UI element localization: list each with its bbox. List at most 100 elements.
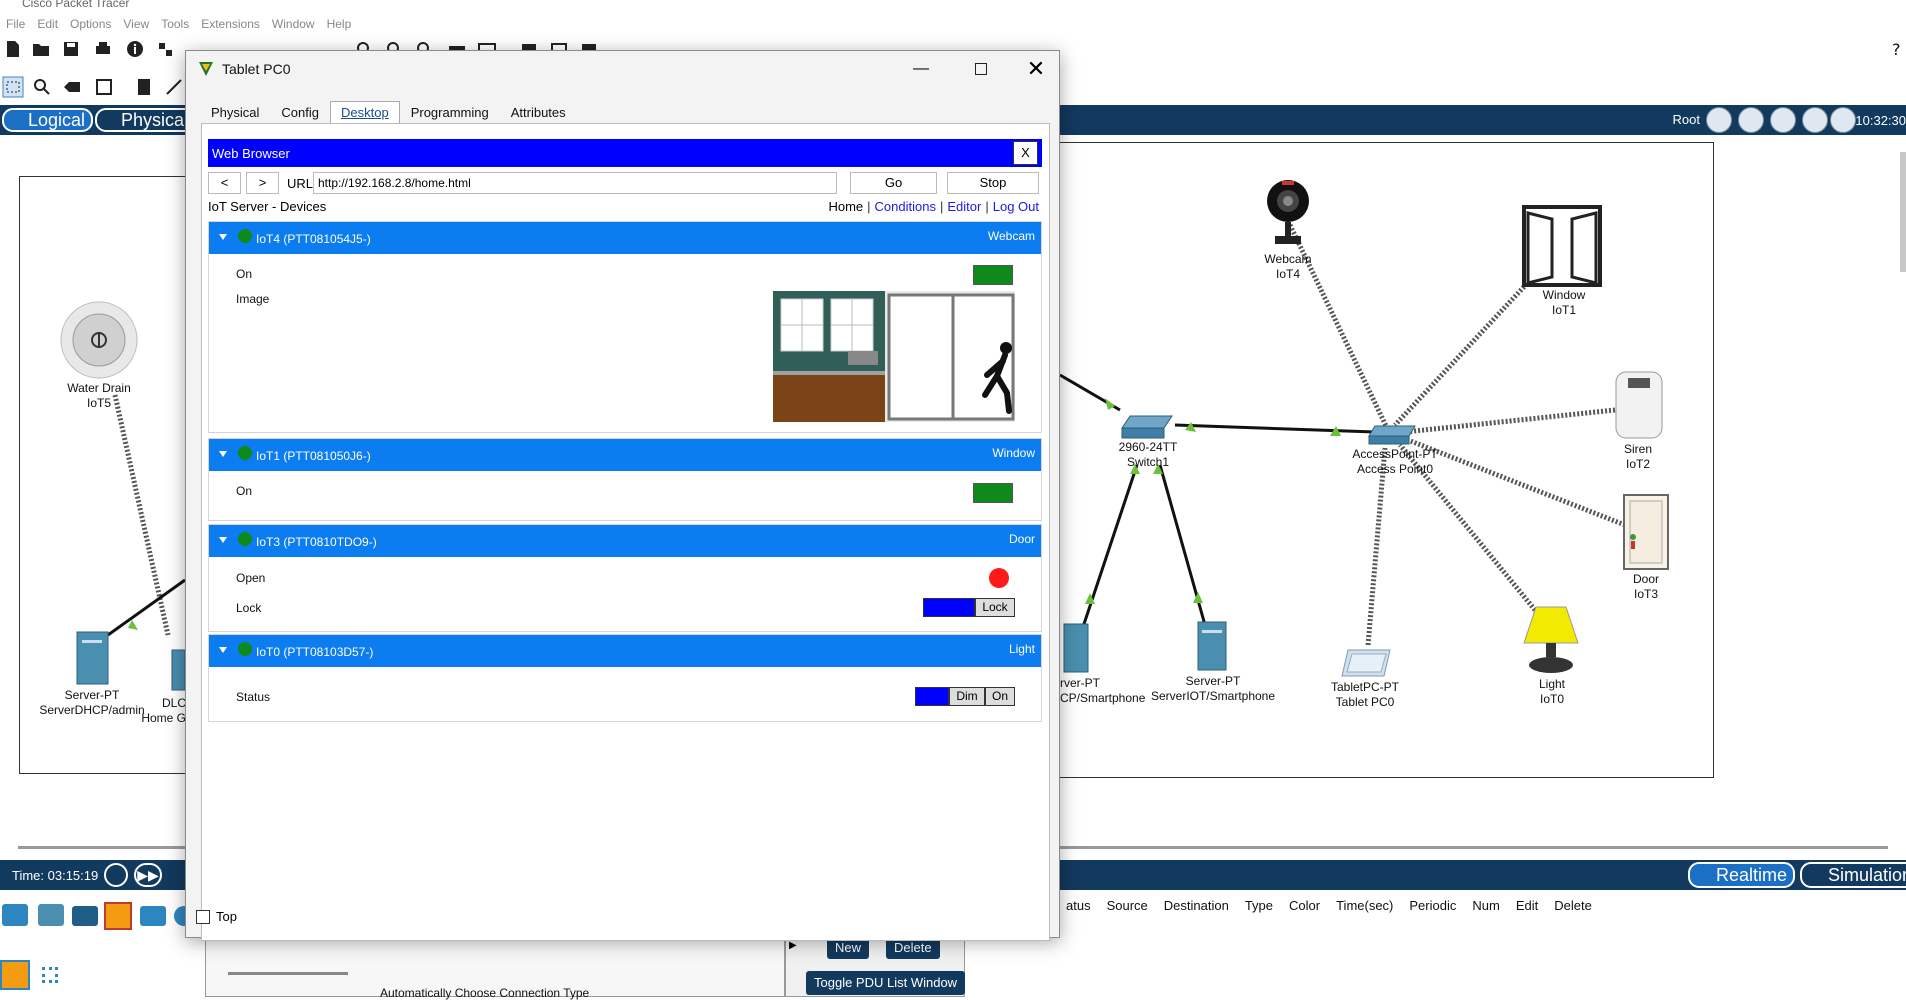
url-input[interactable]: http://192.168.2.8/home.html — [313, 172, 837, 194]
misc-icon[interactable] — [140, 906, 166, 926]
menu-file[interactable]: File — [0, 14, 31, 34]
menu-options[interactable]: Options — [64, 14, 117, 34]
light-icon[interactable] — [1522, 605, 1580, 675]
switch-name: Switch1 — [1126, 455, 1170, 469]
device-header-window[interactable]: IoT1 (PTT081050J6-) Window — [209, 439, 1041, 471]
tab-attributes[interactable]: Attributes — [500, 101, 577, 123]
webcam-image-label: Image — [236, 292, 270, 306]
cloud-icon[interactable] — [1738, 107, 1764, 133]
go-button[interactable]: Go — [850, 172, 937, 194]
back-icon[interactable] — [1706, 107, 1732, 133]
access-point-icon[interactable] — [1367, 424, 1417, 446]
desktop-content: Web Browser X < > URL http://192.168.2.8… — [201, 123, 1050, 941]
save-icon[interactable] — [62, 40, 80, 58]
close-window-button[interactable]: ✕ — [1021, 55, 1051, 83]
browser-forward-button[interactable]: > — [246, 172, 279, 194]
note-icon[interactable] — [135, 78, 153, 96]
nav-logout-link[interactable]: Log Out — [993, 199, 1039, 214]
tab-physical[interactable]: Physical — [200, 101, 270, 123]
logical-mode-button[interactable]: Logical — [2, 108, 94, 132]
web-browser-close-button[interactable]: X — [1013, 141, 1038, 165]
tablet-pc-window: Tablet PC0 — ✕ Physical Config Desktop P… — [185, 50, 1060, 941]
web-browser-title: Web Browser — [212, 146, 290, 161]
menu-window[interactable]: Window — [266, 14, 321, 34]
new-file-icon[interactable] — [4, 40, 22, 58]
top-checkbox[interactable] — [196, 909, 210, 924]
simulation-mode-button[interactable]: Simulation — [1800, 862, 1906, 888]
device-panel-window: IoT1 (PTT081050J6-) Window On — [208, 438, 1042, 521]
minimize-button[interactable]: — — [906, 55, 936, 83]
tablet-pc-icon[interactable] — [1340, 648, 1392, 678]
pdu-col-edit: Edit — [1515, 898, 1539, 913]
server-iot-icon[interactable] — [1196, 620, 1228, 672]
menu-extensions[interactable]: Extensions — [195, 14, 266, 34]
top-checkbox-label: Top — [216, 909, 237, 924]
move-icon[interactable] — [1770, 107, 1796, 133]
server-partial-label: rver-PT CP/Smartphone — [1060, 676, 1148, 706]
grid-icon[interactable] — [42, 967, 58, 983]
help-icon[interactable]: ? — [1888, 40, 1906, 58]
menu-help[interactable]: Help — [321, 14, 358, 34]
webcam-image — [773, 291, 1015, 422]
fast-forward-icon[interactable]: ▶▶ — [134, 863, 162, 887]
collapse-arrow-icon[interactable] — [219, 537, 227, 543]
light-on-button[interactable]: On — [985, 687, 1015, 706]
background-image-icon[interactable] — [1802, 107, 1828, 133]
window-titlebar[interactable]: Tablet PC0 — ✕ — [186, 51, 1059, 87]
delete-icon[interactable] — [63, 78, 81, 96]
switch-icon[interactable] — [1120, 414, 1174, 440]
connections-icon[interactable] — [104, 902, 132, 930]
door-lock-button[interactable]: Lock — [975, 598, 1015, 617]
light-dim-button[interactable]: Dim — [949, 687, 985, 706]
resize-icon[interactable] — [95, 78, 113, 96]
home-gateway-icon[interactable] — [170, 648, 185, 692]
tab-desktop[interactable]: Desktop — [330, 101, 400, 123]
clock-label: 10:32:30 — [1855, 113, 1906, 128]
connection-list-scrollbar[interactable] — [228, 972, 348, 975]
nav-conditions-link[interactable]: Conditions — [875, 199, 936, 214]
tab-config[interactable]: Config — [270, 101, 330, 123]
collapse-arrow-icon[interactable] — [219, 451, 227, 457]
server-dhcp-icon[interactable] — [75, 630, 110, 686]
toggle-pdu-list-button[interactable]: Toggle PDU List Window — [806, 971, 966, 995]
browser-back-button[interactable]: < — [208, 172, 241, 194]
window-on-label: On — [236, 484, 253, 498]
siren-icon[interactable] — [1614, 370, 1664, 440]
end-devices-icon[interactable] — [38, 904, 64, 926]
menu-view[interactable]: View — [117, 14, 155, 34]
device-header-webcam[interactable]: IoT4 (PTT081054J5-) Webcam — [209, 222, 1041, 254]
physical-mode-button[interactable]: Physical — [95, 108, 197, 132]
collapse-arrow-icon[interactable] — [219, 647, 227, 653]
auto-connection-icon[interactable] — [0, 960, 30, 990]
network-devices-icon[interactable] — [2, 904, 28, 926]
window-device-icon[interactable] — [1522, 205, 1602, 287]
clock-icon[interactable] — [1830, 107, 1856, 133]
draw-icon[interactable] — [165, 78, 183, 96]
app-title: Cisco Packet Tracer — [22, 0, 130, 10]
device-header-door[interactable]: IoT3 (PTT0810TDO9-) Door — [209, 525, 1041, 557]
nav-home-link[interactable]: Home — [828, 199, 863, 214]
stop-button[interactable]: Stop — [947, 172, 1039, 194]
menu-edit[interactable]: Edit — [31, 14, 64, 34]
power-cycle-icon[interactable] — [104, 863, 128, 887]
collapse-arrow-icon[interactable] — [219, 234, 227, 240]
water-drain-icon[interactable] — [59, 300, 139, 380]
open-folder-icon[interactable] — [32, 40, 50, 58]
components-icon[interactable] — [72, 906, 98, 926]
inspect-icon[interactable] — [33, 78, 51, 96]
webcam-icon[interactable] — [1265, 178, 1311, 250]
maximize-button[interactable] — [966, 55, 996, 83]
device-header-light[interactable]: IoT0 (PTT08103D57-) Light — [209, 635, 1041, 667]
print-icon[interactable] — [94, 40, 112, 58]
nav-editor-link[interactable]: Editor — [947, 199, 981, 214]
info-icon[interactable] — [126, 40, 144, 58]
realtime-mode-button[interactable]: Realtime — [1688, 862, 1796, 888]
server-partial-icon[interactable] — [1062, 622, 1090, 674]
vertical-scrollbar[interactable] — [1900, 152, 1906, 272]
tab-programming[interactable]: Programming — [400, 101, 500, 123]
door-icon[interactable] — [1622, 493, 1670, 571]
select-icon[interactable] — [2, 76, 24, 98]
network-info-icon[interactable] — [156, 40, 174, 58]
pdu-expand-icon[interactable]: ▶ — [789, 940, 797, 951]
menu-tools[interactable]: Tools — [155, 14, 195, 34]
